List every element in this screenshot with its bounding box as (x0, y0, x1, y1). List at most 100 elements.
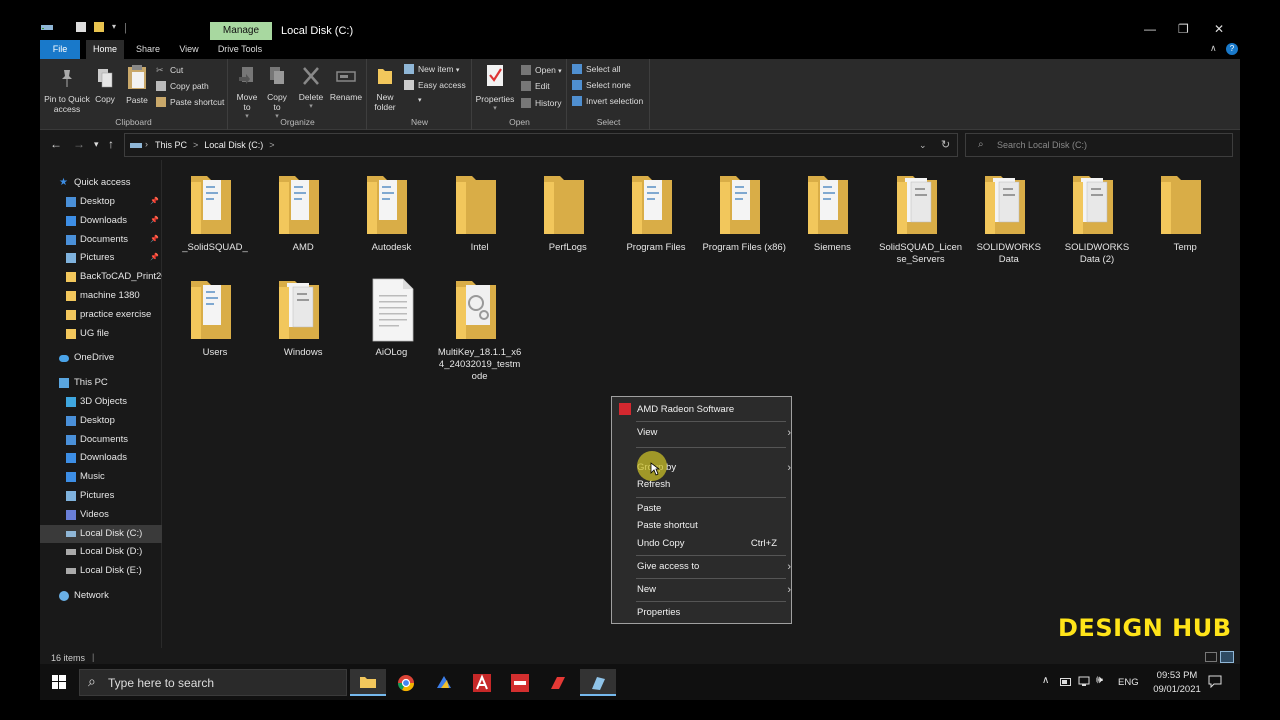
menu-paste[interactable]: Paste (637, 501, 787, 517)
sidebar-item-backtocad-print2c[interactable]: BackToCAD_Print2C (40, 268, 162, 286)
history-button[interactable]: History (521, 96, 561, 110)
crumb-this-pc[interactable]: This PC (155, 140, 187, 150)
copy-to-button[interactable]: Copy to ▾ (263, 65, 291, 122)
list-item[interactable]: Temp (1143, 172, 1227, 254)
menu-undo-copy[interactable]: Undo Copy Ctrl+Z (637, 536, 787, 552)
sidebar-item-local-disk-e-[interactable]: Local Disk (E:) (40, 562, 162, 580)
pin-icon[interactable]: 📌 (150, 193, 159, 211)
help-icon[interactable]: ? (1226, 43, 1238, 55)
pin-icon[interactable]: 📌 (150, 249, 159, 267)
select-all-button[interactable]: Select all (572, 62, 621, 76)
menu-amd-radeon[interactable]: AMD Radeon Software (637, 402, 787, 418)
taskbar-search[interactable]: ⌕ Type here to search (79, 669, 347, 696)
list-item[interactable]: SOLIDWORKS Data (967, 172, 1051, 266)
pin-icon[interactable]: 📌 (150, 231, 159, 249)
minimize-button[interactable]: — (1144, 22, 1156, 36)
menu-new[interactable]: New › (637, 582, 791, 598)
list-item[interactable]: Siemens (790, 172, 874, 254)
list-item[interactable]: SolidSQUAD_License_Servers (879, 172, 963, 266)
maximize-button[interactable]: ❐ (1178, 22, 1189, 36)
tab-view[interactable]: View (172, 40, 206, 59)
menu-refresh[interactable]: Refresh (637, 477, 787, 493)
collapse-ribbon-icon[interactable]: ∧ (1210, 43, 1217, 54)
taskbar-chrome[interactable] (388, 669, 424, 696)
sidebar-item-documents[interactable]: Documents 📌 (40, 231, 162, 249)
qat-dropdown-icon[interactable]: ▾ (112, 22, 116, 35)
address-dropdown-icon[interactable]: ⌄ (919, 140, 927, 151)
taskbar-app-bird[interactable] (426, 669, 462, 696)
menu-view[interactable]: View › (637, 425, 791, 441)
sidebar-item-local-disk-c-[interactable]: Local Disk (C:) (40, 524, 162, 543)
sidebar-item-downloads[interactable]: Downloads 📌 (40, 212, 162, 230)
list-item[interactable]: MultiKey_18.1.1_x64_24032019_testmode (438, 277, 522, 383)
taskbar-solidworks[interactable] (502, 669, 538, 696)
list-item[interactable]: SOLIDWORKS Data (2) (1055, 172, 1139, 266)
taskbar-autocad[interactable] (464, 669, 500, 696)
properties-qat-icon[interactable] (76, 22, 86, 32)
list-item[interactable]: Autodesk (349, 172, 433, 254)
copy-path-button[interactable]: Copy path (156, 79, 209, 93)
sidebar-item-machine-1380[interactable]: machine 1380 (40, 287, 162, 305)
taskbar-file-explorer[interactable] (350, 669, 386, 696)
nav-onedrive[interactable]: OneDrive (40, 349, 162, 367)
search-box[interactable]: ⌕ Search Local Disk (C:) (965, 133, 1233, 157)
pin-icon[interactable]: 📌 (150, 212, 159, 230)
tab-home[interactable]: Home (86, 40, 124, 59)
language-indicator[interactable]: ENG (1118, 677, 1139, 713)
invert-selection-button[interactable]: Invert selection (572, 94, 643, 108)
taskbar-app-red[interactable] (540, 669, 576, 696)
properties-button[interactable]: Properties ▾ (475, 63, 515, 114)
battery-icon[interactable] (1060, 678, 1072, 686)
easy-access-button[interactable]: Easy access ▾ (404, 78, 471, 104)
crumb-separator[interactable]: > (269, 140, 274, 150)
large-icons-view-icon[interactable] (1220, 651, 1234, 663)
delete-button[interactable]: Delete ▾ (295, 65, 327, 112)
list-item[interactable]: Windows (261, 277, 345, 359)
sidebar-item-pictures[interactable]: Pictures (40, 487, 162, 505)
up-arrow-icon[interactable]: ↑ (108, 137, 114, 151)
tab-share[interactable]: Share (130, 40, 166, 59)
pin-quick-access-button[interactable]: Pin to Quick access (44, 67, 90, 114)
select-none-button[interactable]: Select none (572, 78, 631, 92)
nav-network[interactable]: Network (40, 587, 162, 605)
sidebar-item-3d-objects[interactable]: 3D Objects (40, 393, 162, 411)
list-item[interactable]: Program Files (614, 172, 698, 254)
edit-button[interactable]: Edit (521, 79, 550, 93)
taskbar-app-blue[interactable] (580, 669, 616, 696)
sidebar-item-documents[interactable]: Documents (40, 431, 162, 449)
menu-paste-shortcut[interactable]: Paste shortcut (637, 518, 787, 534)
refresh-icon[interactable]: ↻ (941, 138, 950, 151)
tray-chevron-icon[interactable]: ∧ (1042, 675, 1049, 711)
move-to-button[interactable]: Move to ▾ (233, 65, 261, 122)
sidebar-item-ug-file[interactable]: UG file (40, 325, 162, 343)
paste-shortcut-button[interactable]: Paste shortcut (156, 95, 224, 109)
details-view-icon[interactable] (1205, 652, 1217, 662)
sidebar-item-music[interactable]: Music (40, 468, 162, 486)
address-bar[interactable]: › This PC > Local Disk (C:) > ⌄ ↻ (124, 133, 958, 157)
list-item[interactable]: Users (173, 277, 257, 359)
sidebar-item-videos[interactable]: Videos (40, 506, 162, 524)
list-item[interactable]: AiOLog (349, 277, 433, 359)
network-tray-icon[interactable] (1078, 676, 1090, 687)
close-button[interactable]: ✕ (1214, 22, 1224, 36)
paste-button[interactable]: Paste (122, 64, 152, 105)
list-item[interactable]: Intel (438, 172, 522, 254)
list-item[interactable]: PerfLogs (526, 172, 610, 254)
list-item[interactable]: _SolidSQUAD_ (173, 172, 257, 254)
notifications-icon[interactable] (1208, 675, 1222, 688)
tab-drive-tools[interactable]: Drive Tools (212, 40, 268, 59)
nav-quick-access[interactable]: ★ Quick access (40, 174, 162, 192)
menu-properties[interactable]: Properties (637, 605, 787, 621)
new-folder-button[interactable]: New folder (370, 65, 400, 112)
sidebar-item-downloads[interactable]: Downloads (40, 449, 162, 467)
recent-locations-icon[interactable]: ▾ (94, 139, 99, 150)
nav-this-pc[interactable]: This PC (40, 374, 162, 392)
rename-button[interactable]: Rename (329, 65, 363, 102)
sidebar-item-local-disk-d-[interactable]: Local Disk (D:) (40, 543, 162, 561)
tab-file[interactable]: File (40, 40, 80, 59)
back-arrow-icon[interactable]: ← (50, 137, 62, 151)
crumb-separator[interactable]: > (193, 140, 198, 150)
sidebar-item-practice-exercise[interactable]: practice exercise (40, 306, 162, 324)
sidebar-item-desktop[interactable]: Desktop 📌 (40, 193, 162, 211)
cut-button[interactable]: ✂ Cut (156, 63, 183, 77)
